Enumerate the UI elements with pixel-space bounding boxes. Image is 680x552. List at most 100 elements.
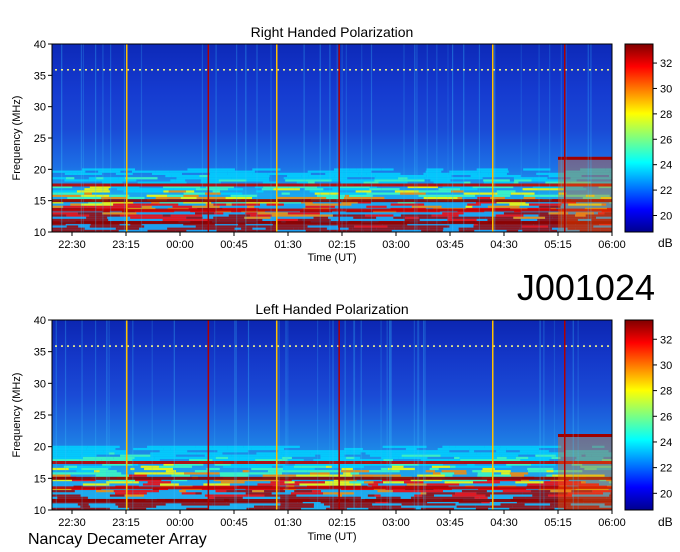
- carrier-dot: [199, 69, 201, 71]
- spectrum-cell: [374, 177, 399, 180]
- carrier-dot: [535, 69, 537, 71]
- spectrum-cell: [243, 445, 266, 448]
- x-tick-label: 22:30: [58, 517, 86, 529]
- spectrum-cell: [431, 465, 451, 468]
- y-axis: 10 15 20 25 30 35 40: [34, 315, 52, 517]
- spectrum-cell: [425, 470, 436, 473]
- carrier-dot: [355, 69, 357, 71]
- spectrum-cell: [488, 172, 507, 175]
- spectrum-cell: [509, 203, 530, 206]
- spectrum-cell: [523, 168, 551, 171]
- time-spike: [338, 44, 340, 232]
- carrier-dot: [157, 345, 159, 347]
- spectrum-cell: [345, 483, 362, 486]
- carrier-dot: [145, 345, 147, 347]
- spectrum-cell: [364, 179, 375, 182]
- carrier-dot: [589, 345, 591, 347]
- colorbar: [624, 319, 654, 511]
- carrier-dot: [487, 345, 489, 347]
- carrier-dot: [217, 69, 219, 71]
- spectrum-cell: [145, 203, 159, 206]
- carrier-dot: [79, 345, 81, 347]
- carrier-dot: [415, 345, 417, 347]
- spectrum-cell: [215, 168, 235, 171]
- spectrum-cell: [52, 474, 71, 477]
- spectrum-cell: [137, 447, 164, 451]
- striation: [303, 44, 305, 232]
- spectrum-cell: [437, 447, 470, 451]
- spectrum-cell: [476, 492, 491, 495]
- spectrum-cell: [506, 456, 516, 460]
- carrier-dot: [67, 69, 69, 71]
- spectrum-cell: [220, 192, 243, 195]
- spectrum-cell: [375, 174, 401, 178]
- spectrum-cell: [338, 188, 370, 191]
- spectrum-cell: [506, 447, 540, 451]
- spectrum-cell: [495, 214, 524, 217]
- spectrum-cell: [411, 203, 425, 206]
- spectrum-cell: [265, 445, 300, 448]
- spectrum-cell: [249, 472, 270, 475]
- spectrum-cell: [262, 181, 271, 184]
- carrier-dot: [319, 69, 321, 71]
- spectrum-cell: [175, 447, 209, 451]
- striation: [123, 44, 126, 232]
- carrier-dot: [439, 69, 441, 71]
- spectrum-cell: [101, 196, 126, 200]
- spectrum-cell: [297, 218, 303, 222]
- x-tick-label: 04:30: [490, 517, 518, 529]
- carrier-dot: [235, 69, 237, 71]
- spectrum-cell: [217, 450, 248, 453]
- spectrum-cell: [256, 214, 272, 217]
- spectrum-cell: [497, 192, 511, 195]
- striation: [380, 320, 382, 510]
- spectrum-cell: [80, 194, 110, 197]
- spectrum-cell: [100, 218, 109, 222]
- spectrum-cell: [95, 490, 114, 493]
- spectrum-cell: [509, 472, 529, 475]
- striation: [108, 320, 110, 510]
- spectrum-cell: [225, 196, 253, 200]
- spectrum-cell: [283, 177, 289, 180]
- carrier-dot: [193, 345, 195, 347]
- spectrum-cell: [458, 227, 467, 230]
- spectrum-cell: [215, 456, 229, 460]
- spectrum-cell: [213, 203, 227, 206]
- carrier-dot: [283, 345, 285, 347]
- spectrum-cell: [79, 459, 102, 462]
- spectrum-cell: [483, 181, 514, 184]
- spectrum-cell: [356, 168, 364, 171]
- carrier-dot: [601, 69, 603, 71]
- spectrum-cell: [250, 214, 257, 217]
- carrier-dot: [589, 69, 591, 71]
- spectrum-cell: [305, 203, 324, 206]
- carrier-dot: [511, 69, 513, 71]
- spectrum-cell: [52, 212, 78, 215]
- spectrum-cell: [214, 225, 240, 228]
- spectrum-cell: [349, 194, 373, 197]
- spectrum-cell: [194, 470, 210, 473]
- striation: [436, 44, 438, 232]
- spectrum-cell: [139, 214, 163, 217]
- spectrum-cell: [106, 481, 139, 484]
- spectrum-cell: [391, 465, 404, 468]
- panel-right-polarization: Right Handed Polarization 10 15 20 25 30 35 40…: [11, 24, 673, 264]
- spectrum-cell: [52, 192, 58, 195]
- colorbar-tick-label: 24: [660, 437, 672, 449]
- spectrum-cell: [150, 452, 171, 455]
- spectrum-cell: [316, 194, 345, 197]
- carrier-dot: [499, 69, 501, 71]
- spectrum-cell: [511, 474, 525, 477]
- time-spike: [276, 320, 278, 510]
- spectrum-cell: [383, 481, 404, 484]
- time-spike: [126, 320, 128, 510]
- striation: [95, 44, 97, 232]
- spectrum-cell: [223, 465, 242, 468]
- spectrum-cell: [523, 196, 536, 200]
- spectrum-cell: [146, 194, 168, 197]
- interference-band: [52, 499, 612, 502]
- spectrum-cell: [254, 505, 264, 508]
- spectrum-cell: [147, 445, 162, 448]
- spectrum-cell: [454, 472, 467, 475]
- y-tick-label: 30: [34, 378, 46, 390]
